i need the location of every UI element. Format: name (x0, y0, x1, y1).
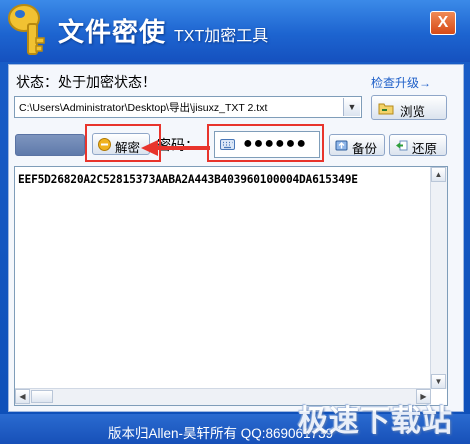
scroll-left-icon[interactable]: ◀ (15, 389, 30, 404)
file-path-value: C:\Users\Administrator\Desktop\导出\jisuxz… (19, 102, 268, 114)
file-path-select[interactable]: C:\Users\Administrator\Desktop\导出\jisuxz… (14, 96, 362, 118)
scroll-up-icon[interactable]: ▲ (431, 167, 446, 182)
content-textarea[interactable]: EEF5D26820A2C52815373AABA2A443B403960100… (14, 166, 448, 406)
app-title-main: 文件密使 (58, 17, 167, 47)
key-icon (8, 4, 45, 55)
status-text: 状态：处于加密状态！ (16, 74, 156, 90)
red-arrow-annotation (141, 140, 210, 156)
browse-label: 浏览 (400, 105, 426, 119)
restore-button[interactable]: 还原 (389, 134, 447, 156)
watermark-text: 极速下载站 (298, 405, 453, 438)
encrypt-button-disabled[interactable] (15, 134, 85, 156)
vertical-scrollbar[interactable]: ▲ ▼ (430, 167, 447, 389)
scroll-down-icon[interactable]: ▼ (431, 374, 446, 389)
password-highlight-box (207, 124, 324, 162)
app-window: 文件密使 TXT加密工具 X 状态：处于加密状态！ 检查升级→ C:\Users\… (0, 0, 470, 444)
restore-icon (396, 140, 408, 151)
app-title: 文件密使 TXT加密工具 (58, 12, 268, 49)
chevron-down-icon[interactable]: ▼ (343, 98, 360, 116)
title-bar[interactable]: 文件密使 TXT加密工具 X (0, 0, 470, 62)
ciphertext-content: EEF5D26820A2C52815373AABA2A443B403960100… (18, 173, 358, 186)
browse-button[interactable]: 浏览 (371, 95, 447, 120)
app-title-subtitle: TXT加密工具 (174, 28, 269, 45)
horizontal-scroll-thumb[interactable] (31, 390, 53, 403)
backup-button[interactable]: 备份 (329, 134, 385, 156)
backup-icon (335, 140, 348, 151)
restore-label: 还原 (412, 142, 438, 156)
backup-label: 备份 (352, 142, 378, 156)
folder-icon (378, 103, 394, 115)
check-upgrade-link[interactable]: 检查升级→ (371, 74, 431, 91)
close-button[interactable]: X (430, 11, 456, 35)
